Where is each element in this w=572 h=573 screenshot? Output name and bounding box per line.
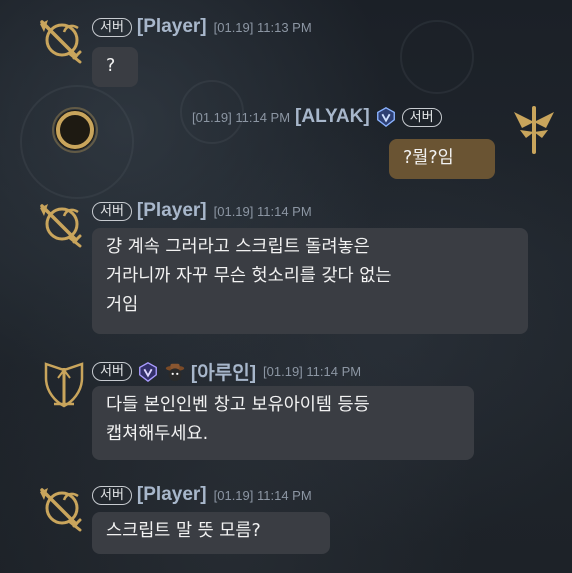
timestamp: [01.19] 11:13 PM <box>213 19 312 35</box>
message-bubble: ?뭘?임 <box>389 139 495 179</box>
purple-crest-icon <box>137 361 159 383</box>
timestamp: [01.19] 11:14 PM <box>192 109 291 125</box>
sender-name[interactable]: [아루인] <box>191 358 256 385</box>
message-bubble: 다들 본인인벤 창고 보유아이템 등등 캡쳐해두세요. <box>92 386 474 460</box>
sender-name[interactable]: [Player] <box>137 484 207 506</box>
message-line: 거임 <box>106 295 139 315</box>
sender-name[interactable]: [Player] <box>137 16 207 38</box>
message-line: ?뭘?임 <box>403 148 454 168</box>
message-line: ? <box>106 56 116 76</box>
ring-avatar-icon <box>49 104 101 156</box>
message-line: 캡쳐해두세요. <box>106 424 209 444</box>
sender-name[interactable]: [ALYAK] <box>295 106 370 128</box>
chat-log[interactable]: 서버 [Player] [01.19] 11:13 PM ? [01.19] 1… <box>0 0 572 573</box>
sender-name[interactable]: [Player] <box>137 200 207 222</box>
message-line: 걍 계속 그러라고 스크립트 돌려놓은 <box>106 237 370 257</box>
message-bubble: ? <box>92 47 138 87</box>
server-badge: 서버 <box>401 107 442 127</box>
blue-crest-icon <box>375 106 397 128</box>
message-line: 다들 본인인벤 창고 보유아이템 등등 <box>106 395 370 415</box>
server-badge: 서버 <box>92 201 132 221</box>
crossed-swords-emblem-icon[interactable] <box>36 198 88 250</box>
message-bubble: 걍 계속 그러라고 스크립트 돌려놓은 거라니까 자꾸 무슨 헛소리를 갖다 없… <box>92 228 528 334</box>
tower-shield-emblem-icon[interactable] <box>38 358 90 410</box>
message-line: 거라니까 자꾸 무슨 헛소리를 갖다 없는 <box>106 266 392 286</box>
cowboy-mascot-icon <box>164 361 186 383</box>
crossed-swords-emblem-icon[interactable] <box>36 14 88 66</box>
server-badge: 서버 <box>92 17 132 37</box>
timestamp: [01.19] 11:14 PM <box>213 487 312 503</box>
message-bubble: 스크립트 말 뜻 모름? <box>92 512 330 554</box>
server-badge: 서버 <box>92 485 132 505</box>
gold-wings-emblem-icon[interactable] <box>508 104 560 156</box>
crossed-swords-emblem-icon[interactable] <box>36 482 88 534</box>
timestamp: [01.19] 11:14 PM <box>213 203 312 219</box>
server-badge: 서버 <box>92 362 132 381</box>
message-line: 스크립트 말 뜻 모름? <box>106 521 261 541</box>
timestamp: [01.19] 11:14 PM <box>263 364 362 379</box>
